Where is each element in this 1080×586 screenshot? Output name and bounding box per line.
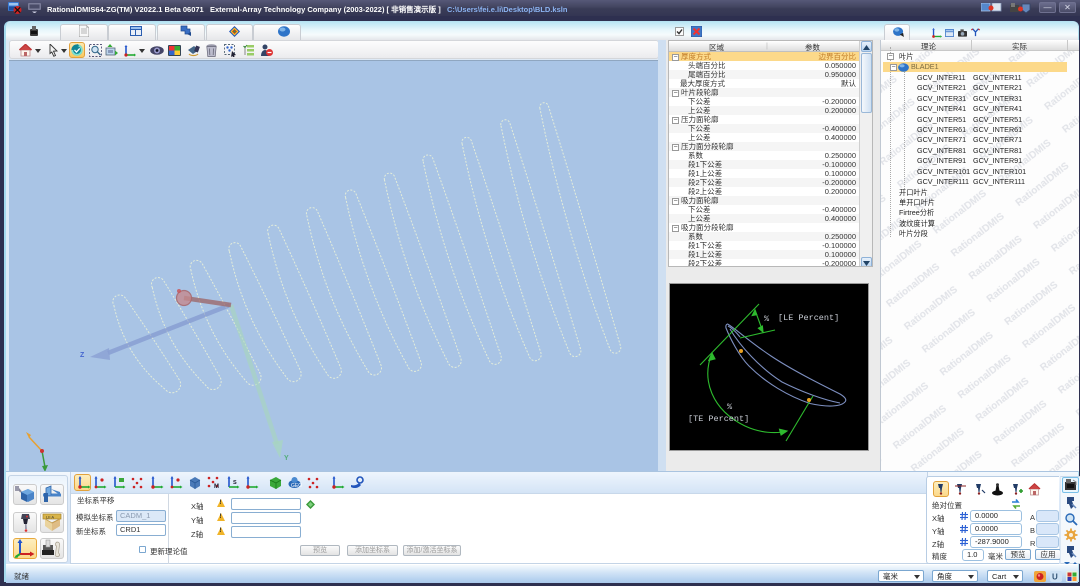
svg-text:M: M <box>214 484 219 490</box>
svg-text:%: % <box>764 314 770 324</box>
svg-text:S: S <box>233 480 237 486</box>
svg-text:[TE Percent]: [TE Percent] <box>688 414 749 424</box>
svg-text:U: U <box>1052 573 1058 582</box>
svg-text:GEO: GEO <box>291 483 302 489</box>
svg-text:Y: Y <box>284 455 289 462</box>
svg-text:LII A: LII A <box>46 515 54 520</box>
svg-text:[LE Percent]: [LE Percent] <box>778 313 839 323</box>
svg-text:%: % <box>727 402 733 412</box>
svg-text:Z: Z <box>80 352 85 359</box>
